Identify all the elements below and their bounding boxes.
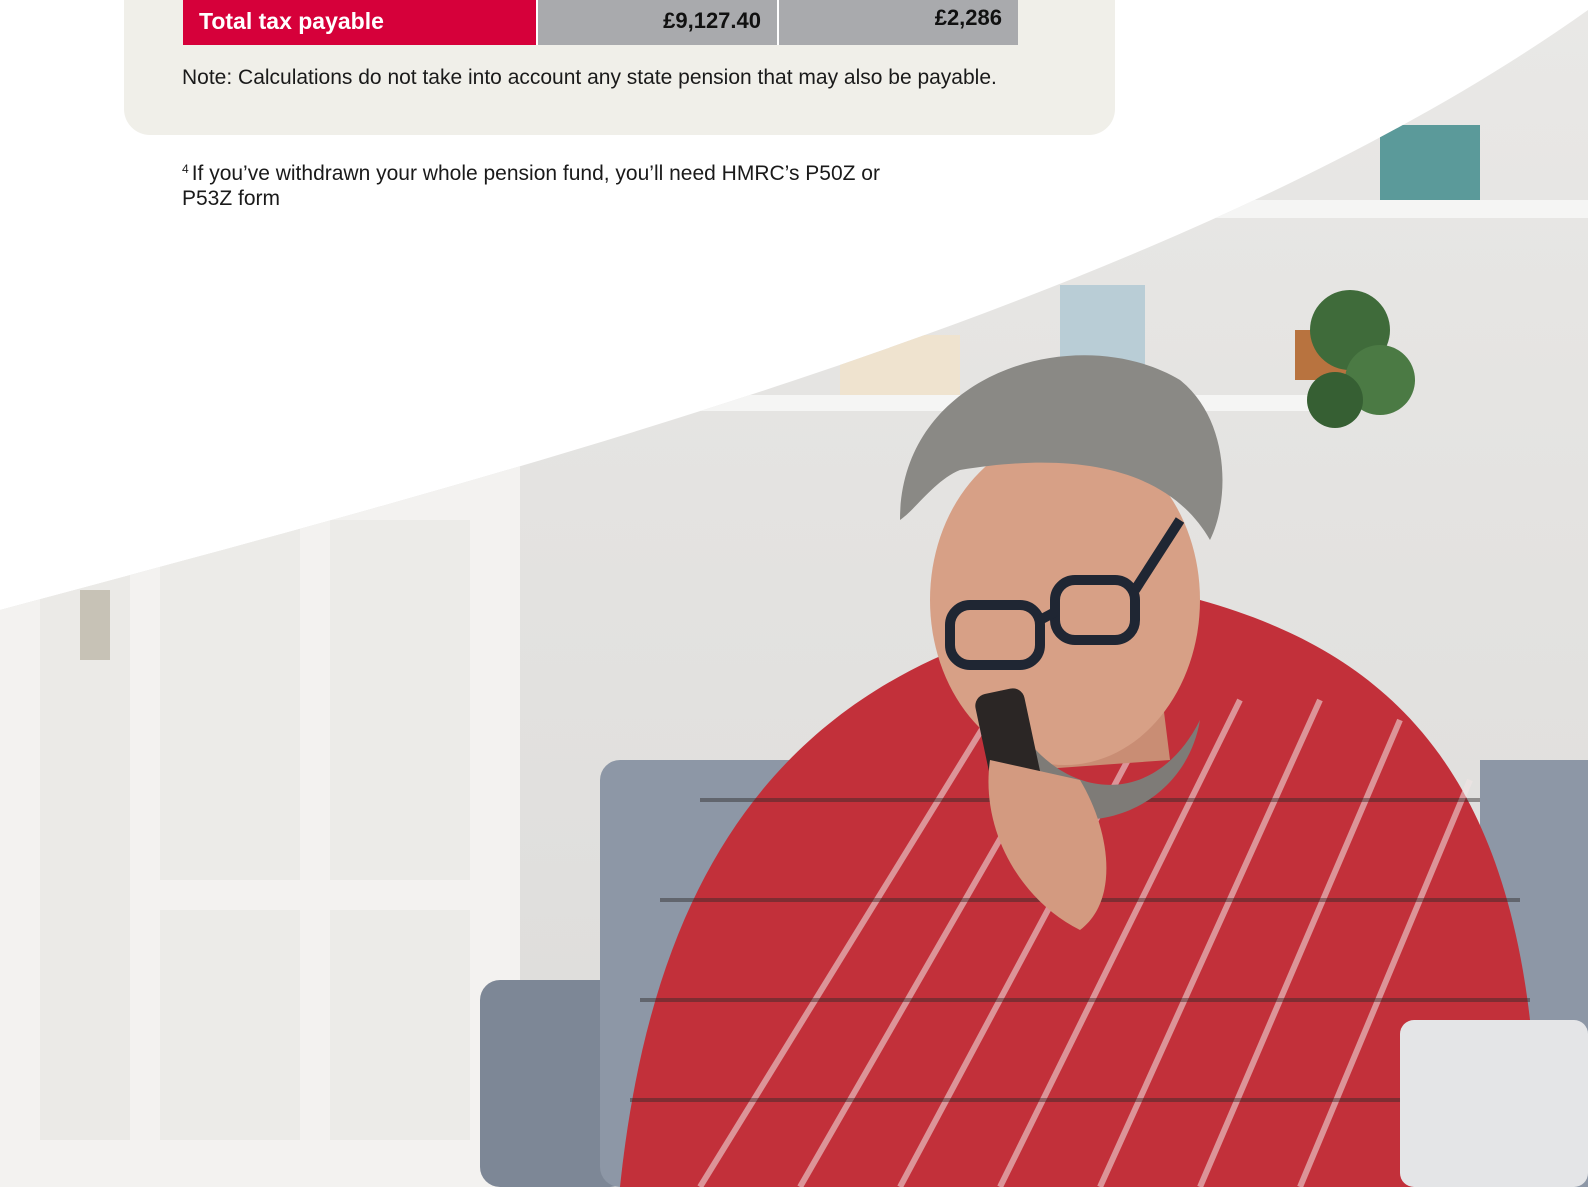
footnote: 4 If you’ve withdrawn your whole pension …: [182, 157, 882, 211]
total-tax-value-1: £9,127.40: [536, 0, 777, 45]
total-tax-row: Total tax payable £9,127.40 £2,286: [183, 0, 1018, 45]
total-tax-value-2: £2,286: [777, 0, 1018, 45]
total-tax-label: Total tax payable: [183, 0, 536, 45]
footnote-text: If you’ve withdrawn your whole pension f…: [182, 162, 880, 210]
footnote-marker: 4: [182, 162, 189, 176]
table-note: Note: Calculations do not take into acco…: [182, 66, 997, 89]
